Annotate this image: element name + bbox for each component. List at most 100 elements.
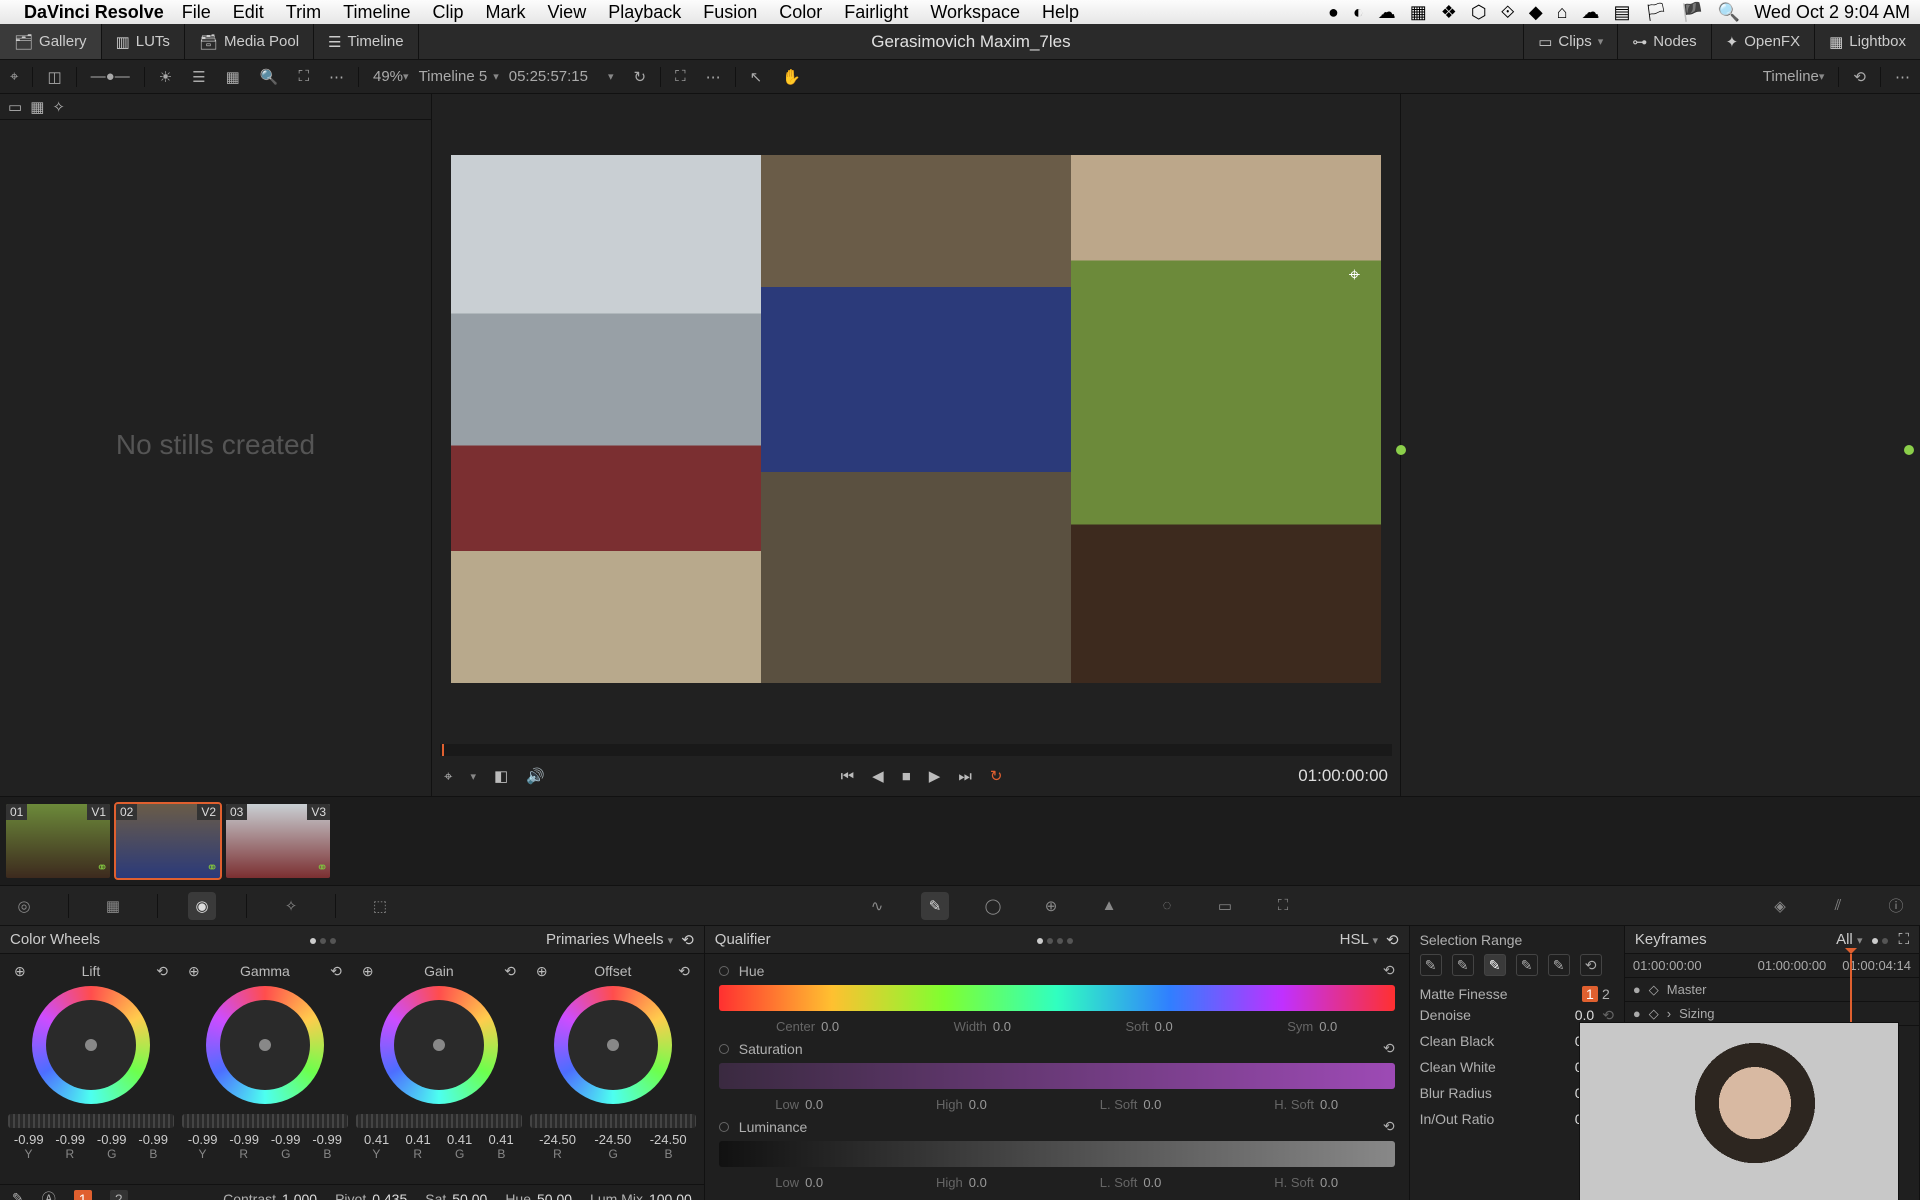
wheel-value[interactable]: -24.50 xyxy=(650,1132,687,1147)
status-icon[interactable]: ☁ xyxy=(1582,2,1600,23)
master-wheel-strip[interactable] xyxy=(356,1114,522,1128)
status-icon[interactable]: ◐ xyxy=(1353,2,1364,23)
node-output-dot[interactable] xyxy=(1904,445,1914,455)
audio-icon[interactable]: 🔊 xyxy=(526,767,545,785)
flag-icon[interactable]: 🏴 xyxy=(1681,2,1703,23)
page-dots[interactable] xyxy=(1035,931,1075,948)
menu-fusion[interactable]: Fusion xyxy=(703,2,757,23)
openfx-toggle[interactable]: ✦OpenFX xyxy=(1711,24,1814,59)
play-icon[interactable]: ▶ xyxy=(929,767,941,785)
curves-icon[interactable]: ∿ xyxy=(863,892,891,920)
menu-help[interactable]: Help xyxy=(1042,2,1079,23)
picker-icon[interactable]: Ⓐ xyxy=(42,1189,56,1200)
spotlight-icon[interactable]: 🔍 xyxy=(1718,2,1740,23)
status-icon[interactable]: ⟐ xyxy=(1501,2,1515,23)
status-icon[interactable]: ☁ xyxy=(1378,2,1396,23)
wheel-value[interactable]: -24.50 xyxy=(594,1132,631,1147)
menu-mark[interactable]: Mark xyxy=(486,2,526,23)
mediapool-toggle[interactable]: 🗃Media Pool xyxy=(185,24,314,59)
wheel-picker-icon[interactable]: ⊕ xyxy=(362,963,374,980)
toggle-lum[interactable] xyxy=(719,1122,729,1132)
blur-icon[interactable]: ◌ xyxy=(1153,892,1181,920)
wheel-value[interactable]: 0.41 xyxy=(447,1132,472,1147)
rgb-mixer-icon[interactable]: ✧ xyxy=(277,892,305,920)
window-icon[interactable]: ◯ xyxy=(979,892,1007,920)
viewer-canvas[interactable]: ⌖ xyxy=(432,94,1400,744)
picker-icon[interactable]: ⌖ xyxy=(444,768,452,785)
status-icon[interactable]: ◆ xyxy=(1529,2,1543,23)
status-icon[interactable]: ● xyxy=(1328,2,1339,23)
keyframes-mode-dropdown[interactable]: All ▾ xyxy=(1836,931,1862,948)
info-icon[interactable]: ⓘ xyxy=(1882,892,1910,920)
status-icon[interactable]: ⌂ xyxy=(1557,2,1568,23)
reset-icon[interactable]: ⟲ xyxy=(1386,931,1399,949)
transport-timecode[interactable]: 01:00:00:00 xyxy=(1298,766,1388,786)
clip-thumb[interactable]: 03 V3 ⚭ xyxy=(226,804,330,878)
keyframes-icon[interactable]: ◈ xyxy=(1766,892,1794,920)
menu-view[interactable]: View xyxy=(548,2,587,23)
qual-param[interactable]: High0.0 xyxy=(936,1175,987,1190)
picker-soft-sub-icon[interactable]: ✎ xyxy=(1548,954,1570,976)
qual-param[interactable]: Sym0.0 xyxy=(1287,1019,1337,1034)
magic-icon[interactable]: ✧ xyxy=(52,98,65,116)
grid-view-icon[interactable]: ▦ xyxy=(216,60,250,93)
highlight-icon[interactable]: ☀ xyxy=(149,60,182,93)
wheel-value[interactable]: 0.41 xyxy=(405,1132,430,1147)
wheel-value[interactable]: -0.99 xyxy=(229,1132,259,1147)
expand-icon[interactable]: ⛶ xyxy=(288,60,319,93)
expand-icon[interactable]: ⛶ xyxy=(1898,931,1909,948)
qual-param[interactable]: Low0.0 xyxy=(775,1175,823,1190)
menu-workspace[interactable]: Workspace xyxy=(930,2,1020,23)
menu-timeline[interactable]: Timeline xyxy=(343,2,410,23)
master-wheel-strip[interactable] xyxy=(530,1114,696,1128)
wheel-picker-icon[interactable]: ⊕ xyxy=(14,963,26,980)
split-tool-icon[interactable]: ◫ xyxy=(37,60,71,93)
wheel-value[interactable]: -0.99 xyxy=(271,1132,301,1147)
qual-param[interactable]: Center0.0 xyxy=(776,1019,839,1034)
fullscreen-icon[interactable]: ⛶ xyxy=(665,60,696,93)
nodes-panel[interactable] xyxy=(1400,94,1920,796)
qual-param[interactable]: H. Soft0.0 xyxy=(1274,1097,1338,1112)
picker-tool-icon[interactable]: ⌖ xyxy=(0,60,28,93)
status-icon[interactable]: ▦ xyxy=(1410,2,1427,23)
wheel-knob[interactable] xyxy=(607,1039,619,1051)
picker-soft-add-icon[interactable]: ✎ xyxy=(1516,954,1538,976)
wheel-value[interactable]: 0.41 xyxy=(488,1132,513,1147)
scopes-icon[interactable]: ⫽ xyxy=(1824,892,1852,920)
node-timeline-dropdown[interactable]: Timeline ▾ xyxy=(1753,60,1835,93)
hand-tool-icon[interactable]: ✋ xyxy=(772,60,811,93)
playhead[interactable] xyxy=(442,744,444,756)
reset-icon[interactable]: ⟲ xyxy=(1383,1040,1395,1057)
lightbox-toggle[interactable]: ▦Lightbox xyxy=(1814,24,1920,59)
reset-icon[interactable]: ⟲ xyxy=(330,963,342,980)
kf-row-master[interactable]: ● ◇ Master xyxy=(1625,978,1919,1002)
key-icon[interactable]: ▭ xyxy=(1211,892,1239,920)
camera-raw-icon[interactable]: ◎ xyxy=(10,892,38,920)
search-icon[interactable]: 🔍 xyxy=(250,60,289,93)
picker-sub-icon[interactable]: ✎ xyxy=(1452,954,1474,976)
wheels-mode-dropdown[interactable]: Primaries Wheels ▾ xyxy=(546,931,673,948)
auto-balance-icon[interactable]: ✎ xyxy=(12,1190,24,1200)
color-wheel[interactable] xyxy=(206,986,324,1104)
clips-toggle[interactable]: ▭Clips▾ xyxy=(1523,24,1617,59)
mf-page-2[interactable]: 2 xyxy=(1598,986,1614,1002)
qual-param[interactable]: High0.0 xyxy=(936,1097,987,1112)
motion-effects-icon[interactable]: ⬚ xyxy=(366,892,394,920)
node-reset-icon[interactable]: ⟲ xyxy=(1843,60,1876,93)
tracker-icon[interactable]: ⊕ xyxy=(1037,892,1065,920)
clip-thumb[interactable]: 01 V1 ⚭ xyxy=(6,804,110,878)
kf-expand-icon[interactable]: › xyxy=(1667,1006,1671,1021)
qual-param[interactable]: Soft0.0 xyxy=(1125,1019,1172,1034)
menu-fairlight[interactable]: Fairlight xyxy=(844,2,908,23)
still-grid-icon[interactable]: ▦ xyxy=(30,98,44,116)
master-wheel-strip[interactable] xyxy=(8,1114,174,1128)
hue-strip[interactable] xyxy=(719,985,1395,1011)
options-icon[interactable]: ⋯ xyxy=(1885,60,1920,93)
color-wheels-icon[interactable]: ◉ xyxy=(188,892,216,920)
pointer-tool-icon[interactable]: ↖ xyxy=(740,60,773,93)
magic-mask-icon[interactable]: ▲ xyxy=(1095,892,1123,920)
reset-icon[interactable]: ⟲ xyxy=(1383,962,1395,979)
tc-menu[interactable]: ▾ xyxy=(598,60,624,93)
list-view-icon[interactable]: ☰ xyxy=(182,60,215,93)
color-wheel[interactable] xyxy=(32,986,150,1104)
